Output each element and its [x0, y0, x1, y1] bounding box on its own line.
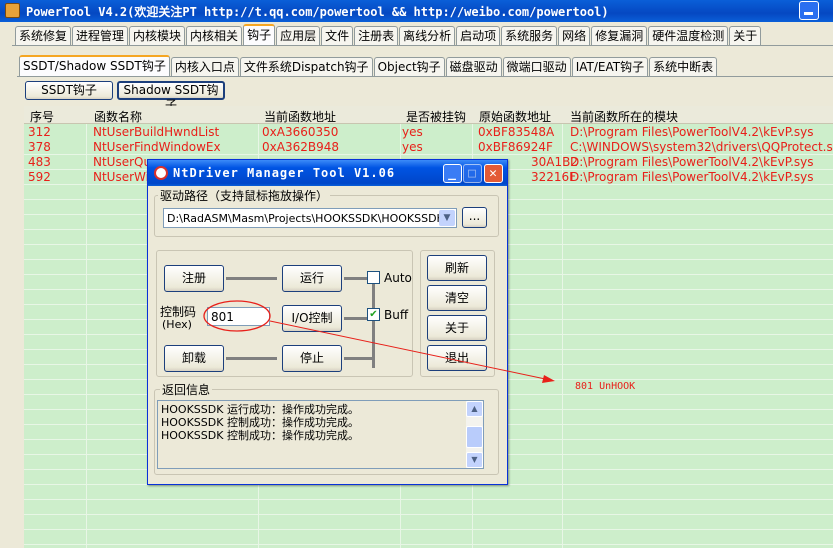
annotation-arrow-head — [542, 375, 555, 383]
annotation-text: 801 UnHOOK — [575, 381, 636, 392]
annotation-overlay — [203, 300, 555, 383]
annotation-arrow-line — [269, 320, 551, 381]
highlight-ellipse — [203, 300, 271, 332]
